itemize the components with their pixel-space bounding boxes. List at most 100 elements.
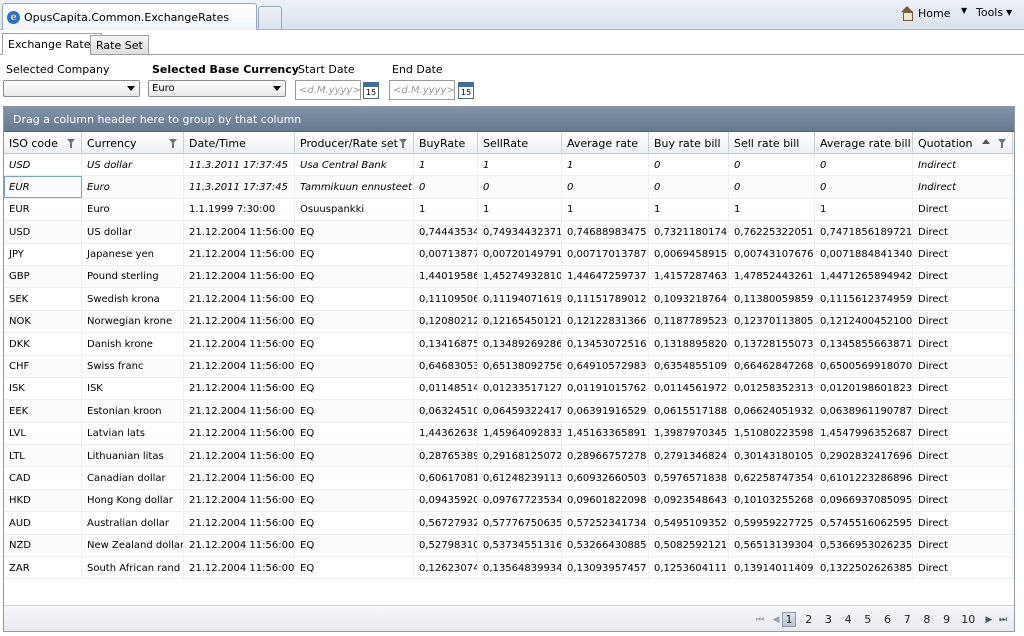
table-cell[interactable]: 21.12.2004 11:56:00 — [184, 557, 295, 580]
table-cell[interactable]: Direct — [913, 355, 1013, 378]
table-cell[interactable]: 21.12.2004 11:56:00 — [184, 400, 295, 423]
page-button[interactable]: 7 — [900, 612, 914, 627]
table-cell[interactable]: EQ — [295, 310, 414, 333]
table-cell[interactable]: EQ — [295, 400, 414, 423]
table-cell[interactable]: Direct — [913, 512, 1013, 535]
table-cell[interactable]: 0,06624051932 — [729, 400, 815, 423]
table-cell[interactable]: EQ — [295, 445, 414, 468]
table-cell[interactable]: Direct — [913, 221, 1013, 244]
table-cell[interactable]: 0,13914011409 — [729, 557, 815, 580]
table-cell[interactable]: 0,76225322051 — [729, 221, 815, 244]
table-cell[interactable]: 0,12165450121 — [478, 310, 562, 333]
table-cell[interactable]: 0,12122831366 — [562, 310, 649, 333]
table-cell[interactable]: 0,5366953026235 — [815, 534, 913, 557]
table-cell[interactable]: 1,45163365891 — [562, 422, 649, 445]
table-cell[interactable]: 0,13453072516 — [562, 333, 649, 356]
page-button[interactable]: 10 — [959, 612, 977, 627]
table-cell[interactable]: 21.12.2004 11:56:00 — [184, 265, 295, 288]
table-cell[interactable]: Direct — [913, 557, 1013, 580]
table-cell[interactable]: 0,01233517127 — [478, 377, 562, 400]
table-cell[interactable]: 0,59959227725 — [729, 512, 815, 535]
table-cell[interactable]: Hong Kong dollar — [82, 489, 184, 512]
table-cell[interactable]: 0,28966757278 — [562, 445, 649, 468]
table-cell[interactable]: 0,13416875 — [414, 333, 478, 356]
page-button[interactable]: 5 — [861, 612, 875, 627]
table-cell[interactable]: 0,57252341734 — [562, 512, 649, 535]
table-cell[interactable]: 0,7471856189721 — [815, 221, 913, 244]
table-cell[interactable]: NOK — [4, 310, 82, 333]
table-row[interactable]: CAD Canadian dollar 21.12.2004 11:56:00 EQ 0… — [4, 467, 1014, 490]
table-cell[interactable]: 1,41572874637 — [649, 265, 729, 288]
table-cell[interactable]: Indirect — [913, 176, 1013, 199]
sort-ascending-icon[interactable] — [982, 139, 990, 144]
table-cell[interactable]: 0,06459322417 — [478, 400, 562, 423]
table-cell[interactable]: Swiss franc — [82, 355, 184, 378]
table-cell[interactable]: 21.12.2004 11:56:00 — [184, 243, 295, 266]
column-header[interactable]: SellRate — [478, 132, 562, 154]
last-page-icon[interactable]: ⏭ — [997, 612, 1009, 627]
company-select[interactable] — [3, 80, 140, 97]
table-cell[interactable]: 1,51080223598 — [729, 422, 815, 445]
table-cell[interactable]: Euro — [82, 176, 184, 199]
table-cell[interactable]: 0,29168125072 — [478, 445, 562, 468]
table-cell[interactable]: EUR — [4, 198, 82, 221]
table-row[interactable]: NOK Norwegian krone 21.12.2004 11:56:00 EQ 0… — [4, 310, 1014, 334]
table-row[interactable]: CHF Swiss franc 21.12.2004 11:56:00 EQ 0,646… — [4, 355, 1014, 378]
table-cell[interactable]: 0,74443534 — [414, 221, 478, 244]
table-cell[interactable]: 0,54951093526 — [649, 512, 729, 535]
group-panel[interactable]: Drag a column header here to group by th… — [4, 107, 1014, 132]
table-cell[interactable]: 0 — [649, 154, 729, 176]
table-cell[interactable]: Swedish krona — [82, 288, 184, 311]
table-cell[interactable]: Osuuspankki — [295, 198, 414, 221]
table-row[interactable]: USD US dollar 21.12.2004 11:56:00 EQ 0,74443… — [4, 221, 1014, 244]
table-cell[interactable]: Estonian kroon — [82, 400, 184, 423]
table-row[interactable]: LVL Latvian lats 21.12.2004 11:56:00 EQ 1,44… — [4, 422, 1014, 446]
column-header[interactable]: Currency — [82, 132, 184, 154]
table-cell[interactable]: 0,00743107676 — [729, 243, 815, 266]
table-cell[interactable]: CAD — [4, 467, 82, 490]
table-cell[interactable]: USD — [4, 221, 82, 244]
table-cell[interactable]: 0,11380059859 — [729, 288, 815, 311]
start-calendar-icon[interactable]: 15 — [363, 82, 379, 99]
table-cell[interactable]: 0,13564839934 — [478, 557, 562, 580]
table-cell[interactable]: 11.3.2011 17:37:45 — [184, 176, 295, 199]
table-cell[interactable]: CHF — [4, 355, 82, 378]
table-cell[interactable]: Direct — [913, 467, 1013, 490]
table-cell[interactable]: Direct — [913, 310, 1013, 333]
table-cell[interactable]: 0,1212400452100 — [815, 310, 913, 333]
table-cell[interactable]: 0,62258747354 — [729, 467, 815, 490]
table-cell[interactable]: GBP — [4, 265, 82, 288]
table-cell[interactable]: LTL — [4, 445, 82, 468]
column-header[interactable]: Quotation — [913, 132, 1013, 154]
table-cell[interactable]: EQ — [295, 422, 414, 445]
table-cell[interactable]: HKD — [4, 489, 82, 512]
page-button[interactable]: 8 — [920, 612, 934, 627]
table-cell[interactable]: 0 — [562, 176, 649, 199]
column-header[interactable]: Average rate bill — [815, 132, 913, 154]
table-row[interactable]: NZD New Zealand dollar 21.12.2004 11:56:00… — [4, 534, 1014, 558]
new-tab-button[interactable] — [258, 6, 282, 29]
table-cell[interactable]: USD — [4, 154, 82, 176]
table-cell[interactable]: 21.12.2004 11:56:00 — [184, 467, 295, 490]
table-cell[interactable]: 0,59765718383 — [649, 467, 729, 490]
table-cell[interactable]: Japanese yen — [82, 243, 184, 266]
table-cell[interactable]: 1 — [729, 198, 815, 221]
table-cell[interactable]: Euro — [82, 198, 184, 221]
filter-icon[interactable] — [998, 139, 1006, 148]
filter-icon[interactable] — [67, 139, 75, 148]
table-cell[interactable]: EQ — [295, 467, 414, 490]
table-row[interactable]: SEK Swedish krona 21.12.2004 11:56:00 EQ 0,1… — [4, 288, 1014, 311]
table-cell[interactable]: 1 — [815, 198, 913, 221]
table-cell[interactable]: ISK — [4, 377, 82, 400]
table-cell[interactable]: 0,28765389 — [414, 445, 478, 468]
table-cell[interactable]: 21.12.2004 11:56:00 — [184, 512, 295, 535]
table-row[interactable]: EUR Euro 11.3.2011 17:37:45 Tammikuun ennus… — [4, 176, 1014, 199]
start-date-input[interactable]: <d.M.yyyy> — [295, 80, 361, 100]
table-row[interactable]: EUR Euro 1.1.1999 7:30:00 Osuuspankki 1 1 1 1 1 1… — [4, 198, 1014, 222]
table-cell[interactable]: 21.12.2004 11:56:00 — [184, 534, 295, 557]
table-cell[interactable]: 0,06391916529 — [562, 400, 649, 423]
table-cell[interactable]: 1 — [414, 198, 478, 221]
table-cell[interactable]: 0,12536041118 — [649, 557, 729, 580]
tab-exchange-rates[interactable]: Exchange Rates — [2, 33, 103, 55]
table-cell[interactable]: EQ — [295, 489, 414, 512]
